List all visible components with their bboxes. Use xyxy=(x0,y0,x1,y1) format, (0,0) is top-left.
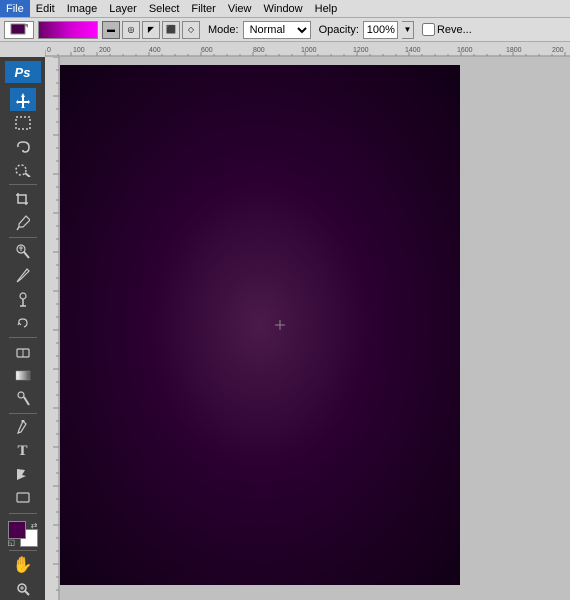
svg-text:1400: 1400 xyxy=(405,47,421,54)
brush-icon xyxy=(15,268,31,284)
eraser-tool[interactable] xyxy=(10,341,36,363)
svg-text:600: 600 xyxy=(201,47,213,54)
history-brush-icon xyxy=(15,316,31,330)
opacity-input[interactable] xyxy=(363,21,398,39)
shape-icon xyxy=(16,492,30,506)
dodge-tool[interactable] xyxy=(10,388,36,410)
ruler-left xyxy=(45,57,60,600)
move-tool-icon xyxy=(15,92,31,108)
crop-icon xyxy=(15,192,31,206)
rectangular-marquee-tool[interactable] xyxy=(10,112,36,134)
radial-gradient-icon[interactable]: ◎ xyxy=(122,21,140,39)
eyedropper-tool[interactable] xyxy=(10,212,36,234)
tool-separator-4 xyxy=(9,413,37,414)
gradient-preview[interactable] xyxy=(38,21,98,39)
pen-icon xyxy=(16,420,30,436)
tool-preset-picker[interactable] xyxy=(4,21,34,39)
opacity-label: Opacity: xyxy=(319,24,359,36)
swap-colors-icon[interactable]: ⇄ xyxy=(31,521,38,530)
svg-text:100: 100 xyxy=(73,47,85,54)
tool-separator-3 xyxy=(9,337,37,338)
toolbox: Ps xyxy=(0,57,45,600)
crop-tool[interactable] xyxy=(10,188,36,210)
clone-stamp-tool[interactable] xyxy=(10,288,36,310)
options-bar: ▬ ◎ ◤ ⬛ ◇ Mode: Normal Dissolve Multiply… xyxy=(0,18,570,42)
help-menu[interactable]: Help xyxy=(309,0,344,17)
lasso-tool[interactable] xyxy=(10,135,36,157)
window-menu[interactable]: Window xyxy=(258,0,309,17)
gradient-shape-options: ▬ ◎ ◤ ⬛ ◇ xyxy=(102,21,200,39)
tool-separator-1 xyxy=(9,184,37,185)
ruler-top-svg: 0 100 200 400 600 800 1000 xyxy=(45,42,570,57)
mode-select[interactable]: Normal Dissolve Multiply Screen xyxy=(243,21,311,39)
right-panel xyxy=(465,57,570,600)
ps-logo: Ps xyxy=(5,61,41,83)
opacity-arrow[interactable]: ▼ xyxy=(402,21,414,39)
clone-stamp-icon xyxy=(15,291,31,307)
eyedropper-icon xyxy=(16,215,30,231)
canvas[interactable] xyxy=(60,65,460,585)
reset-colors-icon[interactable]: ◱ xyxy=(8,538,16,547)
svg-text:0: 0 xyxy=(47,47,51,54)
reverse-checkbox-label: Reve... xyxy=(422,23,472,36)
filter-menu[interactable]: Filter xyxy=(185,0,221,17)
cursor-crosshair xyxy=(275,320,285,330)
layer-menu[interactable]: Layer xyxy=(103,0,143,17)
gradient-tool[interactable] xyxy=(10,364,36,386)
quick-selection-icon xyxy=(15,163,31,177)
spot-healing-icon xyxy=(16,244,30,260)
brush-tool[interactable] xyxy=(10,265,36,287)
reverse-checkbox[interactable] xyxy=(422,23,435,36)
svg-text:1200: 1200 xyxy=(353,47,369,54)
zoom-icon xyxy=(16,582,30,596)
svg-text:400: 400 xyxy=(149,47,161,54)
color-swatches-container: ⇄ ◱ xyxy=(8,521,38,547)
menu-bar: File Edit Image Layer Select Filter View… xyxy=(0,0,570,18)
path-selection-icon xyxy=(16,468,30,482)
rectangular-marquee-icon xyxy=(15,116,31,130)
ruler-top: 0 100 200 400 600 800 1000 xyxy=(45,42,570,57)
file-menu[interactable]: File xyxy=(0,0,30,17)
image-menu[interactable]: Image xyxy=(61,0,104,17)
svg-text:200: 200 xyxy=(99,47,111,54)
select-menu[interactable]: Select xyxy=(143,0,186,17)
edit-menu[interactable]: Edit xyxy=(30,0,61,17)
shape-tool[interactable] xyxy=(10,487,36,509)
ruler-left-svg xyxy=(45,57,60,600)
foreground-color-swatch[interactable] xyxy=(8,521,26,539)
path-selection-tool[interactable] xyxy=(10,464,36,486)
move-tool[interactable] xyxy=(10,88,36,110)
svg-text:1000: 1000 xyxy=(301,47,317,54)
spot-healing-tool[interactable] xyxy=(10,241,36,263)
linear-gradient-icon[interactable]: ▬ xyxy=(102,21,120,39)
history-brush-tool[interactable] xyxy=(10,311,36,333)
mode-label: Mode: xyxy=(208,24,239,36)
ruler-corner xyxy=(0,42,45,57)
reflected-gradient-icon[interactable]: ⬛ xyxy=(162,21,180,39)
tool-separator-6 xyxy=(9,550,37,551)
pen-tool[interactable] xyxy=(10,417,36,439)
svg-text:800: 800 xyxy=(253,47,265,54)
canvas-container[interactable] xyxy=(60,57,465,600)
tool-preset-icon xyxy=(10,23,28,37)
gradient-tool-icon xyxy=(15,369,31,381)
lasso-icon xyxy=(15,140,31,154)
view-menu[interactable]: View xyxy=(222,0,258,17)
eraser-icon xyxy=(15,345,31,359)
tool-separator-5 xyxy=(9,513,37,514)
type-tool[interactable]: T xyxy=(10,441,36,463)
hand-tool[interactable]: ✋ xyxy=(10,554,36,576)
quick-selection-tool[interactable] xyxy=(10,159,36,181)
angle-gradient-icon[interactable]: ◤ xyxy=(142,21,160,39)
tool-separator-2 xyxy=(9,237,37,238)
zoom-tool[interactable] xyxy=(10,577,36,599)
dodge-icon xyxy=(16,391,30,407)
svg-text:200: 200 xyxy=(552,47,564,54)
reverse-label: Reve... xyxy=(437,24,472,36)
diamond-gradient-icon[interactable]: ◇ xyxy=(182,21,200,39)
svg-text:1800: 1800 xyxy=(506,47,522,54)
svg-text:1600: 1600 xyxy=(457,47,473,54)
